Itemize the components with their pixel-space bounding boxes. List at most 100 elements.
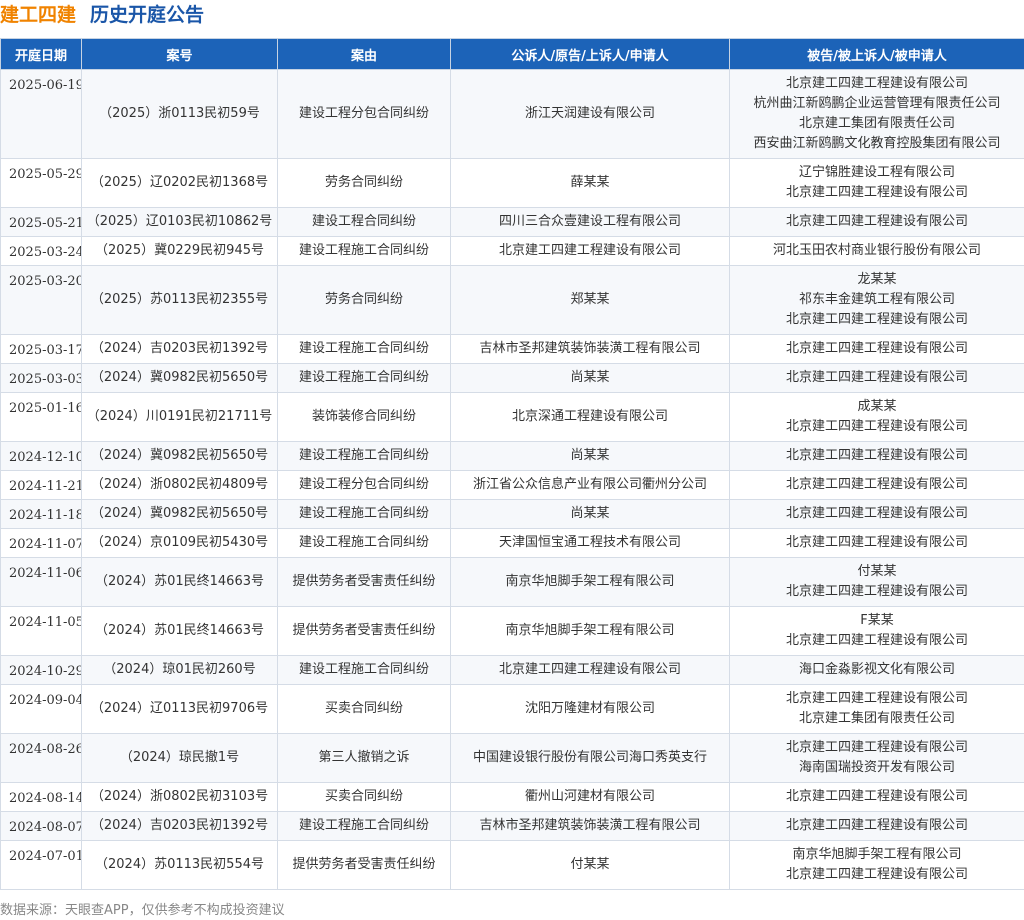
defendant-name: 龙某某 [857, 272, 897, 287]
cell-case-no: （2025）浙0113民初59号 [81, 69, 278, 159]
cell-date: 2024-07-01 [0, 840, 82, 890]
company-title: 建工四建 [0, 4, 77, 26]
plaintiff-name: 尚某某 [570, 506, 610, 521]
title-bar: 建工四建 历史开庭公告 [0, 0, 1024, 32]
cell-date: 2024-11-06 [0, 557, 82, 607]
cell-plaintiff: 北京建工四建工程建设有限公司 [450, 655, 730, 685]
plaintiff-name: 沈阳万隆建材有限公司 [524, 701, 655, 716]
table-row: 2025-03-03 （2024）冀0982民初5650号 建设工程施工合同纠纷 尚某… [0, 363, 1024, 393]
defendant-name: 北京建工四建工程建设有限公司 [785, 633, 968, 648]
cell-plaintiff: 薛某某 [450, 158, 730, 208]
cell-cause: 装饰装修合同纠纷 [277, 392, 451, 442]
plaintiff-name: 浙江省公众信息产业有限公司衢州分公司 [472, 477, 707, 492]
cell-date: 2025-03-03 [0, 363, 82, 393]
cell-cause: 劳务合同纠纷 [277, 265, 451, 335]
cell-case-no: （2025）辽0202民初1368号 [81, 158, 278, 208]
cell-defendant: 北京建工四建工程建设有限公司 [729, 207, 1024, 237]
defendant-name: 北京建工四建工程建设有限公司 [785, 76, 968, 91]
cell-plaintiff: 衢州山河建材有限公司 [450, 782, 730, 812]
cell-cause: 买卖合同纠纷 [277, 684, 451, 734]
plaintiff-name: 付某某 [570, 857, 610, 872]
column-header-plaintiff: 公诉人/原告/上诉人/申请人 [450, 38, 730, 70]
plaintiff-name: 四川三合众壹建设工程有限公司 [498, 214, 681, 229]
cell-defendant: 北京建工四建工程建设有限公司 北京建工集团有限责任公司 [729, 684, 1024, 734]
cell-case-no: （2024）冀0982民初5650号 [81, 441, 278, 471]
cell-defendant: 北京建工四建工程建设有限公司 杭州曲江新鸥鹏企业运营管理有限责任公司 北京建工集团有… [729, 69, 1024, 159]
defendant-name: 杭州曲江新鸥鹏企业运营管理有限责任公司 [753, 96, 1001, 111]
cell-date: 2025-03-24 [0, 236, 82, 266]
cell-case-no: （2024）苏01民终14663号 [81, 606, 278, 656]
plaintiff-name: 南京华旭脚手架工程有限公司 [505, 623, 675, 638]
defendant-name: 北京建工四建工程建设有限公司 [785, 370, 968, 385]
cell-plaintiff: 浙江天润建设有限公司 [450, 69, 730, 159]
defendant-name: 北京建工四建工程建设有限公司 [785, 419, 968, 434]
cell-plaintiff: 吉林市圣邦建筑装饰装潢工程有限公司 [450, 334, 730, 364]
table-row: 2024-08-26 （2024）琼民撤1号 第三人撤销之诉 中国建设银行股份有限公司… [0, 733, 1024, 783]
cell-defendant: 北京建工四建工程建设有限公司 [729, 363, 1024, 393]
cell-cause: 提供劳务者受害责任纠纷 [277, 840, 451, 890]
cell-cause: 买卖合同纠纷 [277, 782, 451, 812]
cell-defendant: 北京建工四建工程建设有限公司 海南国瑞投资开发有限公司 [729, 733, 1024, 783]
cell-date: 2025-05-21 [0, 207, 82, 237]
cell-cause: 提供劳务者受害责任纠纷 [277, 557, 451, 607]
cell-cause: 建设工程分包合同纠纷 [277, 470, 451, 500]
defendant-name: 北京建工四建工程建设有限公司 [785, 535, 968, 550]
cell-cause: 建设工程施工合同纠纷 [277, 441, 451, 471]
cell-cause: 提供劳务者受害责任纠纷 [277, 606, 451, 656]
defendant-name: 北京建工四建工程建设有限公司 [785, 691, 968, 706]
plaintiff-name: 南京华旭脚手架工程有限公司 [505, 574, 675, 589]
cell-defendant: 北京建工四建工程建设有限公司 [729, 782, 1024, 812]
table-row: 2024-08-07 （2024）吉0203民初1392号 建设工程施工合同纠纷 吉林… [0, 811, 1024, 841]
cell-defendant: 付某某北京建工四建工程建设有限公司 [729, 557, 1024, 607]
defendant-name: 付某某 [857, 564, 897, 579]
cell-date: 2025-05-29 [0, 158, 82, 208]
cell-defendant: 河北玉田农村商业银行股份有限公司 [729, 236, 1024, 266]
cell-date: 2024-10-29 [0, 655, 82, 685]
plaintiff-name: 衢州山河建材有限公司 [524, 789, 655, 804]
cell-date: 2024-08-07 [0, 811, 82, 841]
cell-plaintiff: 南京华旭脚手架工程有限公司 [450, 606, 730, 656]
cell-case-no: （2024）琼01民初260号 [81, 655, 278, 685]
cell-case-no: （2024）苏01民终14663号 [81, 557, 278, 607]
cell-plaintiff: 付某某 [450, 840, 730, 890]
plaintiff-name: 北京建工四建工程建设有限公司 [498, 243, 681, 258]
section-title: 历史开庭公告 [90, 4, 205, 26]
cell-case-no: （2024）冀0982民初5650号 [81, 363, 278, 393]
table-row: 2024-11-06 （2024）苏01民终14663号 提供劳务者受害责任纠纷 南京… [0, 557, 1024, 607]
cell-cause: 建设工程施工合同纠纷 [277, 363, 451, 393]
cell-cause: 劳务合同纠纷 [277, 158, 451, 208]
plaintiff-name: 北京深通工程建设有限公司 [511, 409, 668, 424]
plaintiff-name: 薛某某 [570, 175, 610, 190]
cell-case-no: （2024）冀0982民初5650号 [81, 499, 278, 529]
table-row: 2024-07-01 （2024）苏0113民初554号 提供劳务者受害责任纠纷 付某… [0, 840, 1024, 890]
cell-case-no: （2025）辽0103民初10862号 [81, 207, 278, 237]
cell-defendant: 龙某某 祁东丰金建筑工程有限公司 北京建工四建工程建设有限公司 [729, 265, 1024, 335]
table-body: 2025-06-19 （2025）浙0113民初59号 建设工程分包合同纠纷 浙江天润… [0, 69, 1024, 890]
cell-plaintiff: 中国建设银行股份有限公司海口秀英支行 [450, 733, 730, 783]
cell-date: 2025-03-20 [0, 265, 82, 335]
table-row: 2024-11-18 （2024）冀0982民初5650号 建设工程施工合同纠纷 尚某… [0, 499, 1024, 529]
defendant-name: 成某某 [857, 399, 897, 414]
cell-defendant: 北京建工四建工程建设有限公司 [729, 528, 1024, 558]
table-row: 2025-03-17 （2024）吉0203民初1392号 建设工程施工合同纠纷 吉林… [0, 334, 1024, 364]
table-row: 2025-05-29 （2025）辽0202民初1368号 劳务合同纠纷 薛某某 辽宁锦… [0, 158, 1024, 208]
defendant-name: 海南国瑞投资开发有限公司 [798, 760, 955, 775]
data-source-note: 数据来源：天眼查APP，仅供参考不构成投资建议 [0, 903, 285, 918]
cell-defendant: 成某某北京建工四建工程建设有限公司 [729, 392, 1024, 442]
cell-date: 2024-09-04 [0, 684, 82, 734]
defendant-name: 北京建工集团有限责任公司 [798, 711, 955, 726]
hearing-table: 开庭日期 案号 案由 公诉人/原告/上诉人/申请人 被告/被上诉人/被申请人 2… [0, 38, 1024, 890]
table-row: 2024-08-14 （2024）浙0802民初3103号 买卖合同纠纷 衢州山河建材… [0, 782, 1024, 812]
table-row: 2025-05-21 （2025）辽0103民初10862号 建设工程合同纠纷 四川三… [0, 207, 1024, 237]
cell-cause: 建设工程施工合同纠纷 [277, 334, 451, 364]
cell-plaintiff: 尚某某 [450, 499, 730, 529]
cell-cause: 建设工程施工合同纠纷 [277, 236, 451, 266]
defendant-name: 西安曲江新鸥鹏文化教育控股集团有限公司 [753, 136, 1001, 151]
cell-case-no: （2024）吉0203民初1392号 [81, 334, 278, 364]
cell-plaintiff: 北京深通工程建设有限公司 [450, 392, 730, 442]
cell-defendant: 海口金淼影视文化有限公司 [729, 655, 1024, 685]
cell-case-no: （2024）吉0203民初1392号 [81, 811, 278, 841]
cell-plaintiff: 四川三合众壹建设工程有限公司 [450, 207, 730, 237]
cell-defendant: 北京建工四建工程建设有限公司 [729, 811, 1024, 841]
defendant-name: 北京建工四建工程建设有限公司 [785, 584, 968, 599]
